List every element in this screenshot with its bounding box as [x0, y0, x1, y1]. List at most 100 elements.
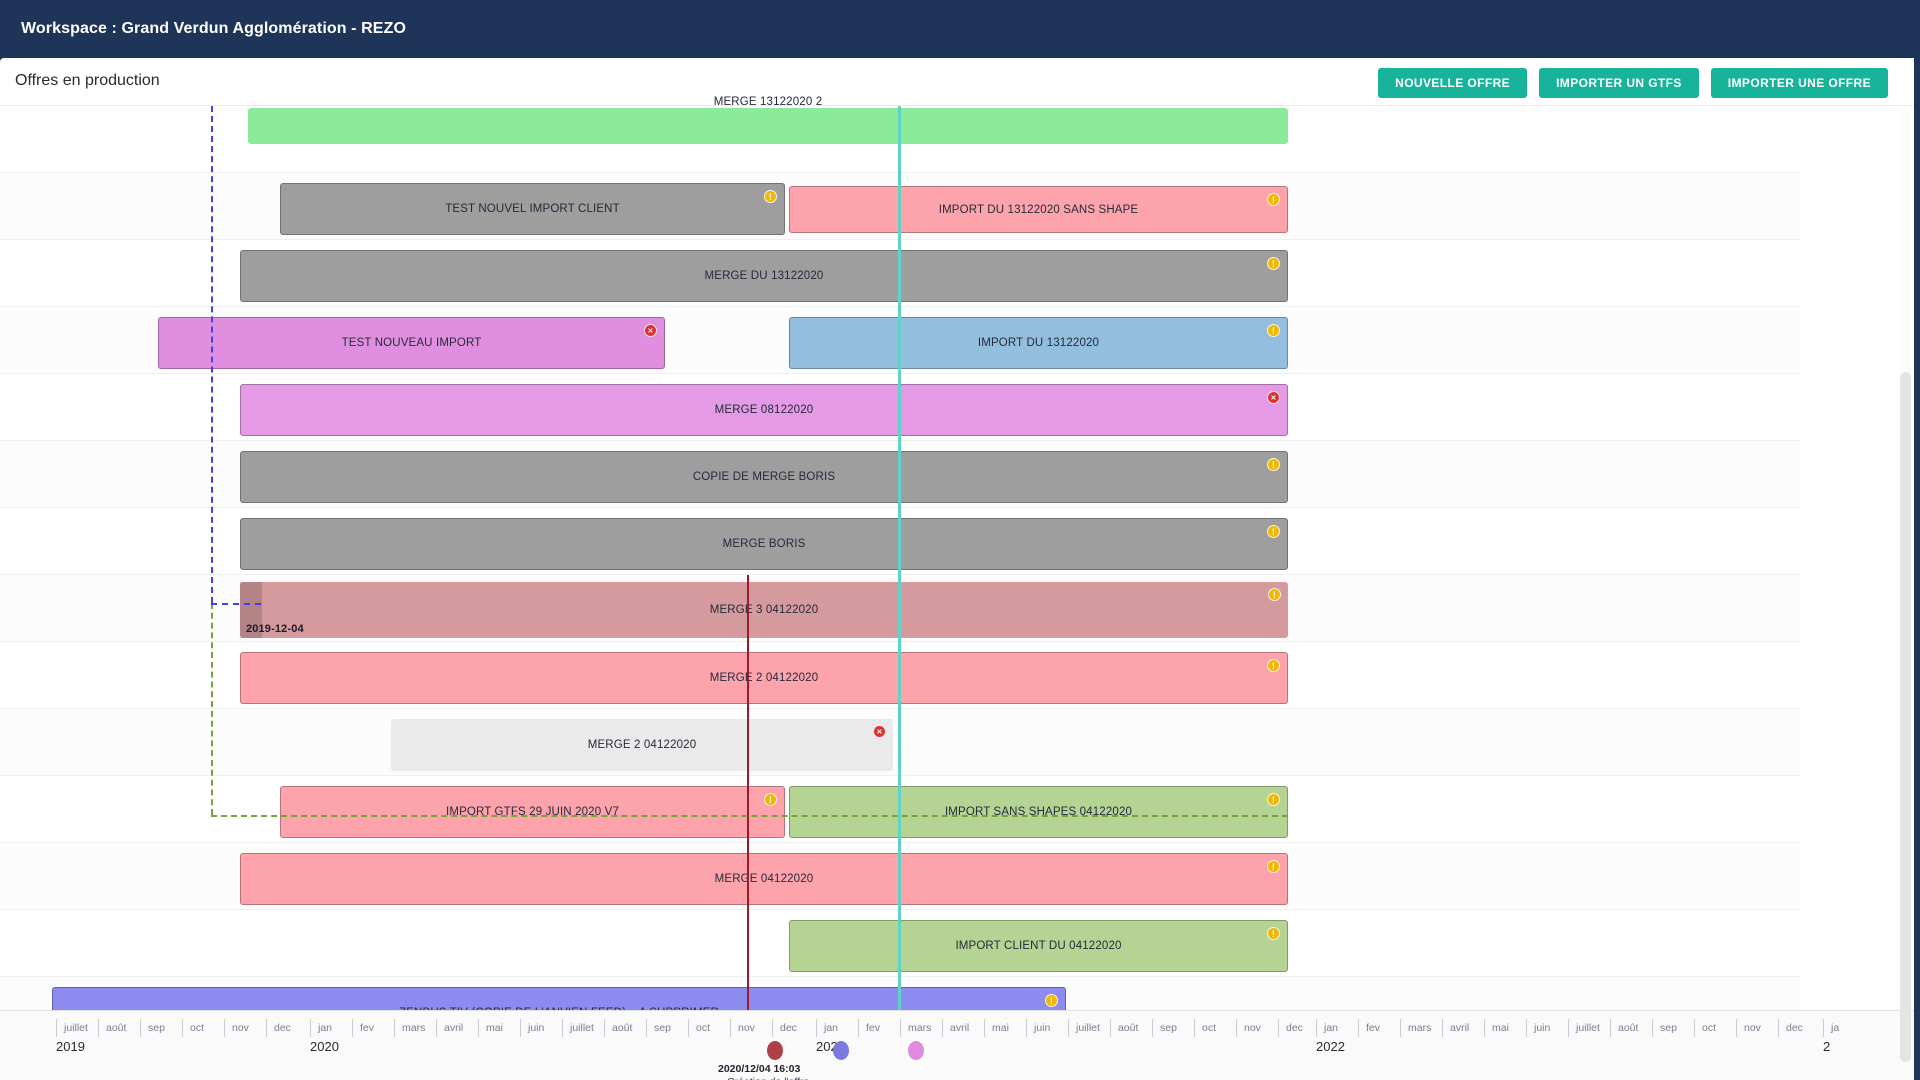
axis-month-tick: août — [98, 1019, 126, 1037]
gantt-bar[interactable]: IMPORT GTFS 29 JUIN 2020 V7! — [280, 786, 785, 838]
gantt-bar-label: MERGE 04122020 — [714, 873, 814, 885]
gantt-bar[interactable]: IMPORT SANS SHAPES 04122020! — [789, 786, 1288, 838]
gantt-bar-label: MERGE 2 04122020 — [709, 672, 819, 684]
gantt-bar[interactable]: IMPORT CLIENT DU 04122020! — [789, 920, 1288, 972]
axis-month-tick: jan — [816, 1019, 838, 1037]
time-axis[interactable]: juillet août sep oct nov dec jan fev mars avril ma… — [0, 1010, 1914, 1080]
gantt-bar-start-date: 2019-12-04 — [246, 623, 304, 635]
gantt-bar[interactable]: COPIE DE MERGE BORIS! — [240, 451, 1288, 503]
axis-month-tick: juillet — [1068, 1019, 1100, 1037]
axis-month-tick: juin — [1526, 1019, 1550, 1037]
axis-month-tick: mai — [1484, 1019, 1509, 1037]
axis-month-tick: fev — [1358, 1019, 1380, 1037]
axis-year-label: 2022 — [1316, 1039, 1345, 1054]
today-marker[interactable] — [833, 1041, 849, 1060]
card-header: Offres en production NOUVELLE OFFRE IMPOR… — [0, 58, 1914, 106]
gantt-bar[interactable]: MERGE 04122020! — [240, 853, 1288, 905]
gantt-bar[interactable]: MERGE 08122020 ✕ — [240, 384, 1288, 436]
warning-icon[interactable]: ! — [1267, 257, 1280, 270]
axis-month-tick: avril — [1442, 1019, 1469, 1037]
warning-icon[interactable]: ! — [1267, 927, 1280, 940]
gantt-bar-label: MERGE 3 04122020 — [709, 604, 819, 616]
vertical-scrollbar[interactable] — [1900, 110, 1911, 1068]
gantt-bar[interactable]: TEST NOUVEL IMPORT CLIENT! — [280, 183, 785, 235]
end-marker[interactable] — [908, 1041, 924, 1060]
axis-month-tick: nov — [224, 1019, 249, 1037]
gantt-bar[interactable]: MERGE DU 13122020! — [240, 250, 1288, 302]
marker-caption-label: Création de l'offre — [727, 1076, 809, 1080]
gantt-bar-label: IMPORT DU 13122020 SANS SHAPE — [938, 203, 1139, 216]
axis-month-tick: sep — [140, 1019, 165, 1037]
gantt-bar[interactable]: MERGE 2 04122020 ✕ — [391, 719, 893, 771]
axis-month-tick: nov — [1736, 1019, 1761, 1037]
axis-month-tick: nov — [1236, 1019, 1261, 1037]
warning-icon[interactable]: ! — [1268, 588, 1281, 601]
creation-marker[interactable] — [767, 1041, 783, 1060]
gantt-bar[interactable]: IMPORT DU 13122020! — [789, 317, 1288, 369]
axis-month-tick: mai — [478, 1019, 503, 1037]
gantt-bar[interactable]: TEST NOUVEAU IMPORT ✕ — [158, 317, 665, 369]
axis-month-tick: oct — [182, 1019, 204, 1037]
axis-year-label: 2 — [1823, 1039, 1831, 1054]
axis-month-tick: nov — [730, 1019, 755, 1037]
axis-month-tick: dec — [772, 1019, 797, 1037]
warning-icon[interactable]: ! — [764, 793, 777, 806]
warning-icon[interactable]: ! — [1267, 324, 1280, 337]
gantt-bar-label: IMPORT CLIENT DU 04122020 — [955, 940, 1122, 952]
axis-month-tick: oct — [1694, 1019, 1716, 1037]
blue-dashed-line — [211, 106, 213, 603]
new-offer-button[interactable]: NOUVELLE OFFRE — [1378, 68, 1528, 98]
error-icon[interactable]: ✕ — [1267, 391, 1280, 404]
blue-dashed-connector — [211, 603, 261, 605]
gantt-bar-label: COPIE DE MERGE BORIS — [692, 471, 836, 483]
red-creation-line — [747, 575, 749, 1030]
vertical-scrollbar-thumb[interactable] — [1900, 372, 1911, 1062]
marker-timestamp-label: 2020/12/04 16:03 — [718, 1063, 801, 1075]
warning-icon[interactable]: ! — [1267, 193, 1280, 206]
gantt-bar[interactable]: MERGE 13122020 2 — [248, 96, 1288, 144]
axis-month-tick: dec — [1778, 1019, 1803, 1037]
gantt-bar-label: MERGE BORIS — [722, 538, 806, 550]
offers-card: Offres en production NOUVELLE OFFRE IMPOR… — [0, 58, 1914, 1080]
gantt-bar-label: TEST NOUVEAU IMPORT — [341, 337, 482, 349]
axis-month-tick: juillet — [1568, 1019, 1600, 1037]
axis-month-tick: mai — [984, 1019, 1009, 1037]
axis-month-tick: jan — [1316, 1019, 1338, 1037]
page-title: Offres en production — [15, 72, 160, 89]
gantt-bar-label: MERGE 13122020 2 — [713, 96, 823, 108]
gantt-bar[interactable]: MERGE 3 04122020 2019-12-04! — [240, 582, 1288, 638]
warning-icon[interactable]: ! — [1045, 994, 1058, 1007]
import-gtfs-button[interactable]: IMPORTER UN GTFS — [1539, 68, 1699, 98]
axis-inner: juillet août sep oct nov dec jan fev mars avril ma… — [28, 1019, 1888, 1080]
gantt-bar[interactable]: IMPORT DU 13122020 SANS SHAPE! — [789, 186, 1288, 233]
warning-icon[interactable]: ! — [764, 190, 777, 203]
gantt-chart[interactable]: MERGE 13122020 2 TEST NOUVEL IMPORT CLIEN… — [0, 96, 1914, 1080]
axis-month-tick: dec — [1278, 1019, 1303, 1037]
axis-month-tick: sep — [1152, 1019, 1177, 1037]
axis-month-tick: oct — [688, 1019, 710, 1037]
axis-month-tick: jan — [310, 1019, 332, 1037]
axis-month-tick: juillet — [56, 1019, 88, 1037]
gantt-bar-label: IMPORT DU 13122020 — [977, 337, 1100, 349]
workspace-title: Workspace : Grand Verdun Agglomération -… — [21, 20, 406, 37]
axis-month-tick: août — [604, 1019, 632, 1037]
gantt-bar-label: MERGE DU 13122020 — [704, 270, 824, 282]
warning-icon[interactable]: ! — [1267, 659, 1280, 672]
warning-icon[interactable]: ! — [1267, 458, 1280, 471]
axis-month-tick: mars — [1400, 1019, 1431, 1037]
axis-month-tick: juin — [1026, 1019, 1050, 1037]
gantt-bar-label: MERGE 08122020 — [714, 404, 814, 416]
green-dashed-connector — [211, 815, 1288, 817]
warning-icon[interactable]: ! — [1267, 525, 1280, 538]
warning-icon[interactable]: ! — [1267, 793, 1280, 806]
axis-month-tick: sep — [646, 1019, 671, 1037]
gantt-bar[interactable]: MERGE 2 04122020! — [240, 652, 1288, 704]
axis-year-label: 2020 — [310, 1039, 339, 1054]
axis-month-tick: juillet — [562, 1019, 594, 1037]
axis-year-label: 2019 — [56, 1039, 85, 1054]
gantt-bar[interactable]: MERGE BORIS! — [240, 518, 1288, 570]
error-icon[interactable]: ✕ — [644, 324, 657, 337]
warning-icon[interactable]: ! — [1267, 860, 1280, 873]
import-offer-button[interactable]: IMPORTER UNE OFFRE — [1710, 68, 1888, 98]
error-icon[interactable]: ✕ — [873, 725, 886, 738]
